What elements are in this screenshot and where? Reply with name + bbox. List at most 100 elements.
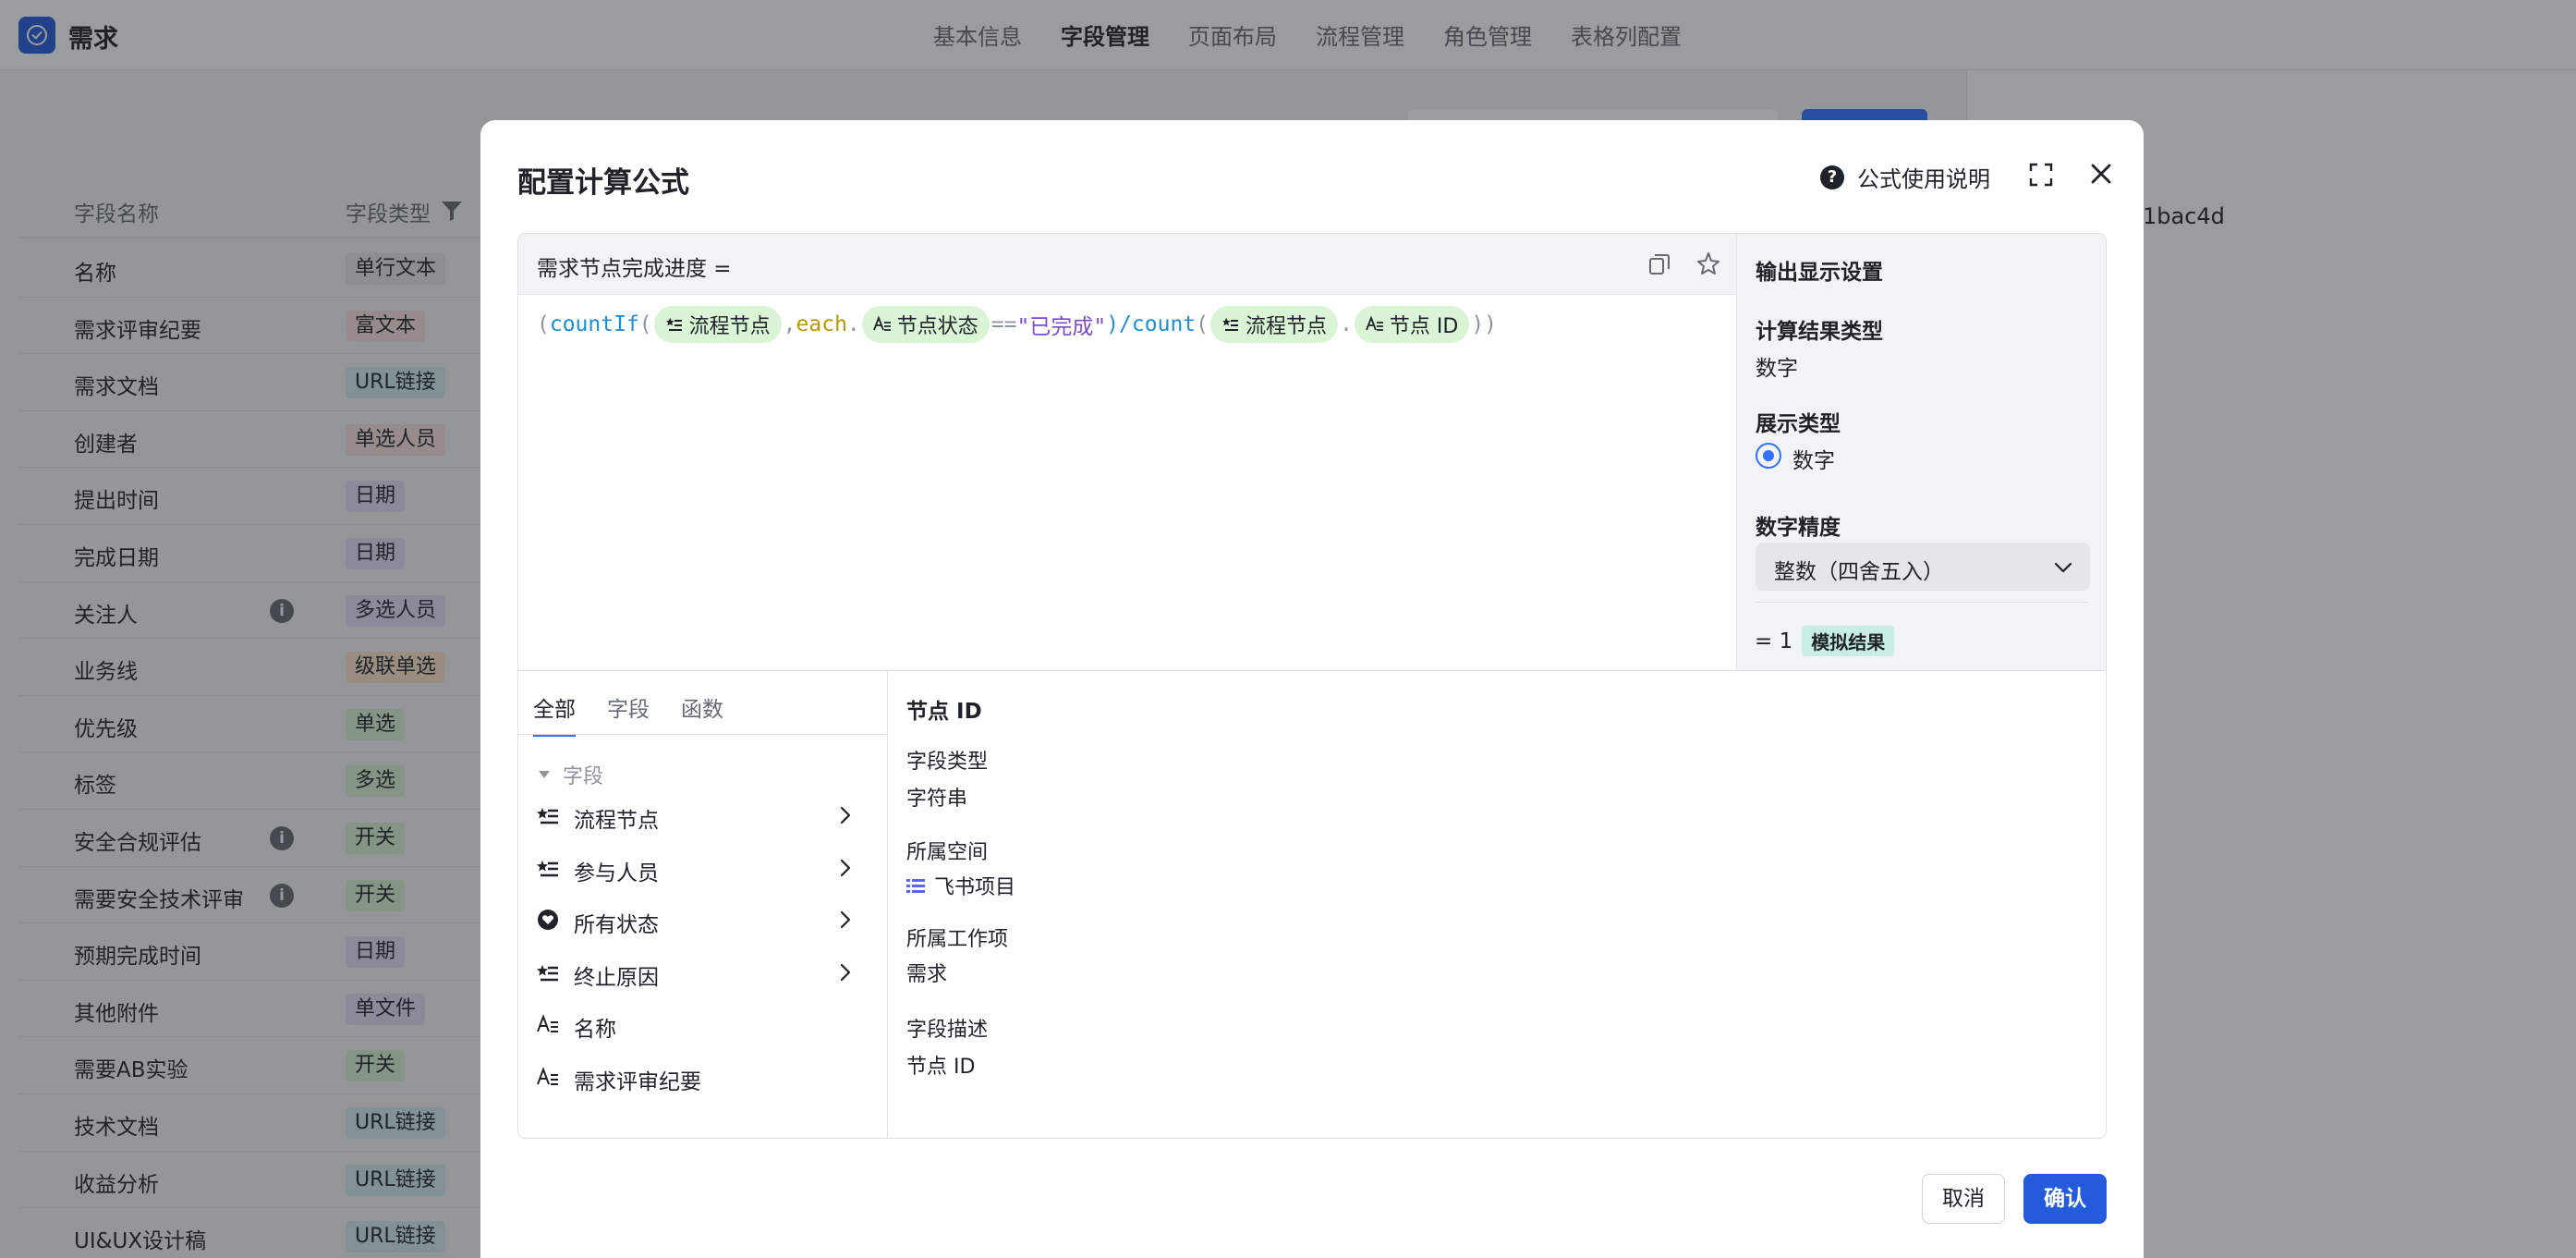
field-list-panel: 全部 字段 函数 字段 流程节点 参与人员 所有状态 终止原因 名称 需求评审纪要 — [518, 671, 888, 1138]
detail-space-value: 飞书项目 — [934, 876, 1016, 899]
chevron-right-icon[interactable] — [836, 859, 855, 877]
display-type-option[interactable]: 数字 — [1792, 443, 1835, 474]
tabs-divider — [518, 734, 887, 735]
format-formula-icon[interactable] — [1695, 250, 1721, 276]
detail-workitem-value: 需求 — [906, 963, 948, 986]
display-type-radio[interactable] — [1756, 443, 1781, 469]
operator-equals: == — [990, 312, 1017, 336]
chevron-down-icon — [2054, 562, 2072, 573]
heart-status-icon — [538, 910, 558, 930]
field-list-label: 所有状态 — [574, 913, 659, 937]
keyword-each: each — [796, 312, 847, 336]
field-chip-node-id[interactable]: 节点 ID — [1354, 306, 1470, 343]
formula-help-link[interactable]: ? 公式使用说明 — [1820, 161, 1990, 193]
chevron-right-icon[interactable] — [836, 910, 855, 929]
chip-label: 流程节点 — [1245, 315, 1328, 338]
formula-modal: 配置计算公式 ? 公式使用说明 需求节点完成进度 = ( countIf ( 流… — [480, 120, 2144, 1258]
project-space-icon — [906, 879, 925, 893]
detail-space-label: 所属空间 — [906, 841, 989, 864]
tab-item[interactable]: 字段 — [607, 691, 650, 737]
precision-select[interactable]: 整数（四舍五入） — [1756, 543, 2090, 591]
chevron-right-icon[interactable] — [836, 806, 855, 824]
text-field-icon — [537, 1066, 558, 1085]
text-field-icon — [1366, 315, 1383, 331]
text-field-icon — [872, 315, 891, 331]
field-list-item[interactable]: 需求评审纪要 — [518, 1051, 887, 1103]
detail-type-value: 字符串 — [906, 788, 968, 811]
detail-workitem-label: 所属工作项 — [906, 928, 1009, 951]
precision-value: 整数（四舍五入） — [1774, 560, 1944, 584]
paren-open: ( — [1196, 312, 1209, 336]
detail-desc-value: 节点 ID — [906, 1056, 976, 1079]
field-list-item[interactable]: 流程节点 — [518, 789, 887, 841]
sim-divider — [1755, 602, 2089, 603]
close-divide: )/ — [1106, 312, 1132, 336]
field-list-label: 流程节点 — [574, 809, 659, 833]
field-list-item[interactable]: 名称 — [518, 998, 887, 1050]
result-type-value: 数字 — [1756, 357, 1798, 381]
list-star-icon — [537, 860, 558, 876]
formula-header: 需求节点完成进度 = — [518, 234, 1736, 295]
sim-badge: 模拟结果 — [1802, 626, 1895, 656]
field-chip-flow-node[interactable]: 流程节点 — [653, 306, 782, 343]
close-icon[interactable] — [2088, 161, 2114, 187]
output-settings-panel: 输出显示设置 计算结果类型 数字 展示类型 数字 数字精度 整数（四舍五入） — [1736, 234, 2106, 670]
modal-title: 配置计算公式 — [517, 166, 689, 200]
question-icon: ? — [1820, 165, 1844, 189]
output-settings-title: 输出显示设置 — [1756, 261, 1883, 285]
detail-title: 节点 ID — [906, 700, 982, 724]
chevron-right-icon[interactable] — [836, 963, 855, 982]
detail-desc-label: 字段描述 — [906, 1019, 989, 1042]
tab-item[interactable]: 全部 — [533, 691, 576, 737]
list-star-icon — [1222, 317, 1239, 331]
text-field-icon — [537, 1014, 558, 1032]
simulation-result: = 1 模拟结果 — [1755, 626, 1895, 656]
cancel-button[interactable]: 取消 — [1922, 1174, 2005, 1224]
copy-icon[interactable] — [1647, 252, 1671, 276]
list-star-icon — [665, 317, 682, 331]
display-type-label: 展示类型 — [1756, 412, 1841, 436]
paren-open: ( — [537, 312, 550, 336]
chip-label: 节点 ID — [1389, 315, 1459, 338]
function-count: count — [1131, 312, 1197, 336]
field-list-label: 需求评审纪要 — [574, 1069, 701, 1094]
dot: . — [1340, 312, 1353, 336]
field-list-label: 参与人员 — [574, 861, 659, 885]
field-list-label: 终止原因 — [574, 965, 659, 990]
formula-editor-box: 需求节点完成进度 = ( countIf ( 流程节点 , each . 节点状… — [517, 233, 2107, 1139]
field-tabs: 全部 字段 函数 — [533, 691, 723, 737]
chip-label: 节点状态 — [896, 315, 978, 338]
detail-space-row: 飞书项目 — [906, 871, 1015, 900]
precision-label: 数字精度 — [1756, 516, 1841, 540]
field-chip-flow-node-2[interactable]: 流程节点 — [1210, 306, 1339, 343]
field-list-item[interactable]: 所有状态 — [518, 894, 887, 946]
formula-expression: ( countIf ( 流程节点 , each . 节点状态 == "已完成" … — [537, 306, 1497, 343]
result-type-label: 计算结果类型 — [1756, 320, 1883, 344]
list-star-icon — [537, 808, 558, 824]
function-countif: countIf — [549, 312, 639, 336]
field-group-label: 字段 — [563, 765, 604, 788]
detail-type-label: 字段类型 — [906, 751, 989, 774]
formula-help-label: 公式使用说明 — [1857, 166, 1990, 192]
field-chip-node-status[interactable]: 节点状态 — [861, 306, 990, 343]
field-group-header[interactable]: 字段 — [539, 760, 603, 789]
field-detail-panel: 节点 ID 字段类型 字符串 所属空间 飞书项目 所属工作项 需求 字段描述 节… — [888, 671, 2106, 1138]
field-list-item[interactable]: 终止原因 — [518, 947, 887, 998]
list-star-icon — [537, 964, 558, 981]
field-list-label: 名称 — [574, 1018, 616, 1042]
caret-down-icon — [539, 771, 550, 778]
tab-item[interactable]: 函数 — [681, 691, 723, 737]
string-literal: "已完成" — [1016, 315, 1107, 339]
formula-input[interactable]: ( countIf ( 流程节点 , each . 节点状态 == "已完成" … — [518, 295, 1736, 670]
dot: . — [846, 312, 860, 336]
chip-label: 流程节点 — [688, 315, 771, 338]
confirm-button[interactable]: 确认 — [2023, 1174, 2107, 1224]
paren-close: )) — [1471, 312, 1498, 336]
paren-open: ( — [638, 312, 652, 336]
comma: , — [783, 312, 796, 336]
fullscreen-icon[interactable] — [2029, 163, 2053, 187]
sim-value: = 1 — [1755, 629, 1793, 653]
field-list-item[interactable]: 参与人员 — [518, 842, 887, 894]
formula-label: 需求节点完成进度 = — [537, 257, 732, 281]
field-browser: 全部 字段 函数 字段 流程节点 参与人员 所有状态 终止原因 名称 需求评审纪要 节点 ID… — [518, 670, 2106, 1138]
